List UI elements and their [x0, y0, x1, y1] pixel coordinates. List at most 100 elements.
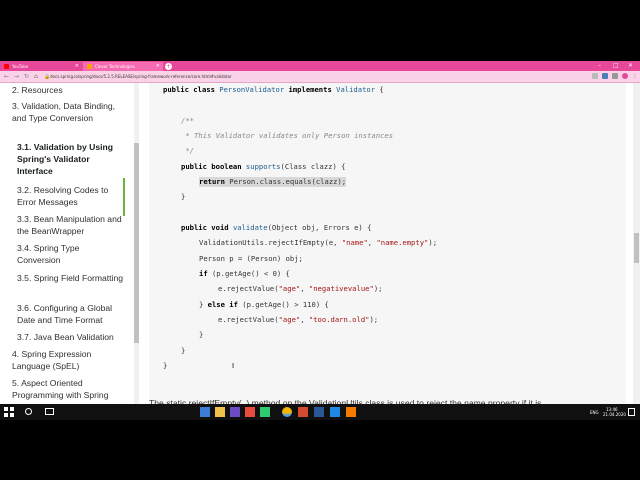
address-bar: ← → ↻ ⌂ 🔒 docs.spring.io/spring/docs/5.2…: [0, 71, 640, 83]
code-token: public class: [163, 85, 220, 94]
toc-item-spel[interactable]: 4. Spring Expression Language (SpEL): [12, 348, 127, 372]
screen: YouTube ✕ Clever Technologies ✕ + – □ ✕ …: [0, 61, 640, 420]
windows-start-icon[interactable]: [4, 407, 14, 417]
task-view-icon[interactable]: [45, 408, 54, 415]
new-tab-button[interactable]: +: [165, 63, 172, 70]
active-section-marker: [123, 178, 125, 216]
code-line: ValidationUtils.rejectIfEmpty(e, "name",…: [199, 238, 437, 248]
forward-icon[interactable]: →: [14, 73, 19, 81]
browser-tab-strip: YouTube ✕ Clever Technologies ✕ + – □ ✕: [0, 61, 640, 71]
toc-item-bean-manipulation[interactable]: 3.3. Bean Manipulation and the BeanWrapp…: [17, 213, 125, 237]
code-line: public class PersonValidator implements …: [163, 85, 384, 95]
app-icon[interactable]: [346, 407, 356, 417]
code-token: }: [199, 300, 208, 309]
code-token: (p.getAge() > 110) {: [237, 300, 329, 309]
code-token: e.rejectValue(: [218, 315, 279, 324]
toc-item-aop[interactable]: 5. Aspect Oriented Programming with Spri…: [12, 377, 127, 401]
code-token: Person.class.equals(clazz);: [224, 177, 347, 186]
scrollbar-thumb[interactable]: [134, 143, 139, 343]
sidebar-scrollbar[interactable]: [134, 83, 139, 420]
code-block: public class PersonValidator implements …: [149, 83, 626, 404]
code-token: (Class clazz) {: [280, 162, 346, 171]
code-line: e.rejectValue("age", "too.darn.old");: [218, 315, 378, 325]
code-line: } else if (p.getAge() > 110) {: [199, 300, 329, 310]
close-window-icon[interactable]: ✕: [628, 62, 633, 70]
app-icon[interactable]: [245, 407, 255, 417]
clock-date[interactable]: 21.04.2020: [603, 412, 626, 417]
app-icon[interactable]: [314, 407, 324, 417]
code-token: (p.getAge() < 0) {: [207, 269, 290, 278]
app-icon[interactable]: [260, 407, 270, 417]
toc-item-resolving-codes[interactable]: 3.2. Resolving Codes to Error Messages: [17, 184, 125, 208]
url-field[interactable]: docs.spring.io/spring/docs/5.2.5.RELEASE…: [50, 73, 590, 81]
tab-youtube[interactable]: YouTube ✕: [0, 62, 82, 71]
back-icon[interactable]: ←: [4, 73, 9, 81]
toc-item-resources[interactable]: 2. Resources: [12, 84, 127, 96]
page-scrollbar[interactable]: [633, 83, 640, 420]
code-token: supports: [245, 162, 281, 171]
code-token: );: [373, 284, 383, 293]
code-token: public void: [181, 223, 233, 232]
tab-clever-technologies[interactable]: Clever Technologies ✕: [83, 62, 163, 71]
code-comment: /**: [181, 116, 194, 125]
notification-icon[interactable]: [628, 408, 635, 416]
code-token: validate: [232, 223, 268, 232]
code-token: implements: [284, 85, 337, 94]
code-token: "age": [278, 315, 301, 324]
toc-item-bean-validation[interactable]: 3.7. Java Bean Validation: [17, 331, 125, 343]
code-token: "name.empty": [376, 238, 429, 247]
code-line: Person p = (Person) obj;: [199, 254, 303, 263]
youtube-icon: [4, 64, 9, 69]
code-token: return: [199, 177, 225, 186]
code-line: public boolean supports(Class clazz) {: [181, 162, 345, 172]
app-icon[interactable]: [230, 407, 240, 417]
code-token: (Object obj, Errors e) {: [267, 223, 372, 232]
code-token: ,: [300, 284, 309, 293]
toc-item-validation[interactable]: 3. Validation, Data Binding, and Type Co…: [12, 100, 127, 124]
code-line: public void validate(Object obj, Errors …: [181, 223, 371, 233]
toc-item-field-formatting[interactable]: 3.5. Spring Field Formatting: [17, 272, 125, 284]
extension-icon[interactable]: [602, 73, 608, 79]
menu-icon[interactable]: ⋮: [632, 73, 638, 81]
code-line: }: [163, 361, 168, 370]
code-token: PersonValidator: [219, 85, 285, 94]
minimize-icon[interactable]: –: [598, 62, 601, 70]
toc-item-date-time-format[interactable]: 3.6. Configuring a Global Date and Time …: [17, 302, 125, 326]
code-token: if: [199, 269, 208, 278]
chrome-icon[interactable]: [282, 407, 292, 417]
sidebar-toc: 2. Resources 3. Validation, Data Binding…: [0, 83, 140, 420]
profile-icon[interactable]: [622, 73, 628, 79]
maximize-icon[interactable]: □: [613, 62, 619, 70]
text-cursor-icon: I: [232, 362, 235, 370]
app-icon[interactable]: [298, 407, 308, 417]
close-icon[interactable]: ✕: [75, 62, 79, 71]
code-comment: */: [181, 146, 194, 155]
home-icon[interactable]: ⌂: [34, 73, 38, 81]
code-line: }: [181, 192, 186, 201]
language-indicator[interactable]: ENG: [590, 410, 599, 415]
code-line: }: [199, 330, 204, 339]
code-token: "age": [278, 284, 301, 293]
app-icon[interactable]: [215, 407, 225, 417]
code-line: }: [181, 346, 186, 355]
code-comment: * This Validator validates only Person i…: [181, 131, 394, 140]
app-icon[interactable]: [330, 407, 340, 417]
tab-label: YouTube: [12, 64, 29, 69]
search-icon[interactable]: [25, 408, 32, 415]
code-line: if (p.getAge() < 0) {: [199, 269, 290, 279]
code-token: "negativevalue": [308, 284, 374, 293]
reload-icon[interactable]: ↻: [24, 73, 29, 81]
close-icon[interactable]: ✕: [156, 62, 160, 71]
toc-item-type-conversion[interactable]: 3.4. Spring Type Conversion: [17, 242, 125, 266]
code-token: );: [369, 315, 379, 324]
code-line: e.rejectValue("age", "negativevalue");: [218, 284, 382, 294]
toc-item-validator-interface[interactable]: 3.1. Validation by Using Spring's Valida…: [17, 141, 125, 177]
star-icon[interactable]: [592, 73, 598, 79]
extension-icon[interactable]: [612, 73, 618, 79]
code-line-highlighted: return Person.class.equals(clazz);: [199, 177, 347, 187]
scrollbar-thumb[interactable]: [634, 233, 639, 263]
windows-taskbar: ENG 13:46 21.04.2020: [0, 404, 640, 420]
app-icon[interactable]: [200, 407, 210, 417]
code-token: {: [375, 85, 384, 94]
code-token: "name": [341, 238, 368, 247]
